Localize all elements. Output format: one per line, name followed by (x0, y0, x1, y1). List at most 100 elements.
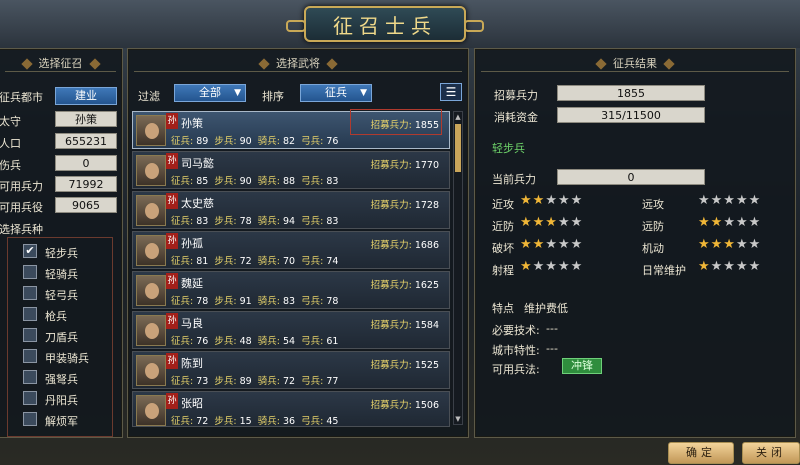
scroll-down-icon[interactable]: ▼ (454, 414, 462, 424)
star-icon: ★★ (520, 193, 546, 208)
general-name: 马良 (181, 317, 203, 330)
unit-checkbox-sword-shield[interactable] (23, 328, 37, 342)
stat-value: 94 (282, 216, 296, 227)
stat-name: 步兵: (214, 176, 237, 187)
stat-value: 36 (282, 416, 296, 427)
recruit-troops-value: 1855 (557, 85, 705, 101)
city-dropdown[interactable]: 建业 (55, 87, 117, 105)
faction-badge: 孙 (166, 193, 178, 209)
unit-checkbox-crossbow[interactable] (23, 370, 37, 384)
stat-name: 骑兵: (257, 256, 280, 267)
close-button[interactable]: 关闭 (742, 442, 800, 464)
general-row[interactable]: 孙 张昭 招募兵力: 1506 征兵: 72 步兵: 15 骑兵: 36 弓兵:… (132, 391, 450, 427)
unit-checkbox-armored-cavalry[interactable] (23, 349, 37, 363)
star-icon: ★★ (698, 215, 724, 230)
stat-name: 弓兵: (301, 216, 324, 227)
general-stats: 征兵: 73 步兵: 89 骑兵: 72 弓兵: 77 (171, 373, 338, 387)
rating-label: 近防 (492, 220, 514, 233)
stat-value: 74 (326, 256, 339, 267)
unit-label-armored-cavalry[interactable]: 甲装骑兵 (45, 350, 89, 366)
stat-value: 90 (239, 176, 252, 187)
general-row[interactable]: 孙 孙孤 招募兵力: 1686 征兵: 81 步兵: 72 骑兵: 70 弓兵:… (132, 231, 450, 269)
unit-checkbox-light-archer[interactable] (23, 286, 37, 300)
stat-label-population: 人口 (0, 137, 21, 150)
unit-label-light-archer[interactable]: 轻弓兵 (45, 287, 78, 303)
general-portrait (136, 235, 166, 266)
general-name: 太史慈 (181, 197, 214, 210)
sort-value: 征兵 (325, 86, 347, 99)
cost-label: 消耗资金 (494, 111, 538, 124)
divider (5, 71, 116, 72)
required-tech-value: --- (546, 322, 558, 335)
star-icon: ★★ (520, 237, 546, 252)
stat-name: 弓兵: (301, 136, 324, 147)
rating-stars: ★★★★★ (520, 237, 583, 252)
stat-name: 征兵: (171, 136, 194, 147)
stat-name: 弓兵: (301, 256, 324, 267)
rating-label: 远防 (642, 220, 664, 233)
general-row[interactable]: 孙 魏延 招募兵力: 1625 征兵: 78 步兵: 91 骑兵: 83 弓兵:… (132, 271, 450, 309)
recruit-label: 招募兵力: (370, 160, 412, 171)
window-title: 征召士兵 (286, 6, 484, 42)
governor-value: 孙策 (55, 111, 117, 127)
stat-label-wounded: 伤兵 (0, 159, 21, 172)
unit-label-danyang[interactable]: 丹阳兵 (45, 392, 78, 408)
rating-label: 日常维护 (642, 264, 686, 277)
unit-checkbox-light-infantry[interactable]: ✔ (23, 244, 37, 258)
confirm-button[interactable]: 确定 (668, 442, 734, 464)
available-tactics-label: 可用兵法: (492, 363, 540, 376)
general-row[interactable]: 孙 马良 招募兵力: 1584 征兵: 76 步兵: 48 骑兵: 54 弓兵:… (132, 311, 450, 349)
recruit-label: 招募兵力: (370, 320, 412, 331)
general-row[interactable]: 孙 司马懿 招募兵力: 1770 征兵: 85 步兵: 90 骑兵: 88 弓兵… (132, 151, 450, 189)
unit-checkbox-light-cavalry[interactable] (23, 265, 37, 279)
stat-value: 83 (326, 216, 339, 227)
unit-label-sword-shield[interactable]: 刀盾兵 (45, 329, 78, 345)
stat-name: 征兵: (171, 176, 194, 187)
population-value: 655231 (55, 133, 117, 149)
recruit-amount: 招募兵力: 1728 (371, 197, 439, 211)
recruit-value: 1728 (414, 200, 439, 211)
filter-dropdown[interactable]: 全部 ▼ (174, 84, 246, 102)
general-row[interactable]: 孙 太史慈 招募兵力: 1728 征兵: 83 步兵: 78 骑兵: 94 弓兵… (132, 191, 450, 229)
stat-value: 72 (282, 376, 296, 387)
stat-name: 步兵: (214, 216, 237, 227)
general-row[interactable]: 孙 陈到 招募兵力: 1525 征兵: 73 步兵: 89 骑兵: 72 弓兵:… (132, 351, 450, 389)
general-name: 张昭 (181, 397, 203, 410)
stat-name: 征兵: (171, 416, 194, 427)
unit-label-jiefan[interactable]: 解烦军 (45, 413, 78, 429)
stat-value: 89 (196, 136, 209, 147)
stat-name: 骑兵: (257, 136, 280, 147)
rating-label: 远攻 (642, 198, 664, 211)
unit-checkbox-spearman[interactable] (23, 307, 37, 321)
list-view-button[interactable]: ☰ (440, 83, 462, 101)
select-general-title: 选择武将 (128, 55, 468, 71)
general-stats: 征兵: 78 步兵: 91 骑兵: 83 弓兵: 78 (171, 293, 338, 307)
unit-label-crossbow[interactable]: 强弩兵 (45, 371, 78, 387)
tactic-badge[interactable]: 冲锋 (562, 358, 602, 374)
general-stats: 征兵: 81 步兵: 72 骑兵: 70 弓兵: 74 (171, 253, 338, 267)
available-troops-value: 71992 (55, 176, 117, 192)
star-icon: ★★ (557, 215, 584, 230)
current-troops-value: 0 (557, 169, 705, 185)
rating-stars: ★★★★★ (520, 259, 583, 274)
recruit-label: 招募兵力: (370, 280, 412, 291)
stat-value: 72 (196, 416, 209, 427)
unit-label-spearman[interactable]: 枪兵 (45, 308, 67, 324)
stat-value: 70 (282, 256, 296, 267)
unit-checkbox-danyang[interactable] (23, 391, 37, 405)
rating-label: 破坏 (492, 242, 514, 255)
stat-value: 45 (326, 416, 339, 427)
sort-dropdown[interactable]: 征兵 ▼ (300, 84, 372, 102)
chevron-down-icon: ▼ (234, 88, 241, 98)
scroll-up-icon[interactable]: ▲ (454, 112, 462, 122)
stat-value: 81 (196, 256, 209, 267)
general-portrait (136, 155, 166, 186)
current-troops-label: 当前兵力 (492, 173, 536, 186)
scroll-thumb[interactable] (455, 124, 461, 172)
faction-badge: 孙 (166, 233, 178, 249)
unit-label-light-cavalry[interactable]: 轻骑兵 (45, 266, 78, 282)
city-dropdown-value: 建业 (75, 89, 97, 102)
unit-label-light-infantry[interactable]: 轻步兵 (45, 245, 78, 261)
general-list-scrollbar[interactable]: ▲ ▼ (453, 111, 463, 425)
unit-checkbox-jiefan[interactable] (23, 412, 37, 426)
